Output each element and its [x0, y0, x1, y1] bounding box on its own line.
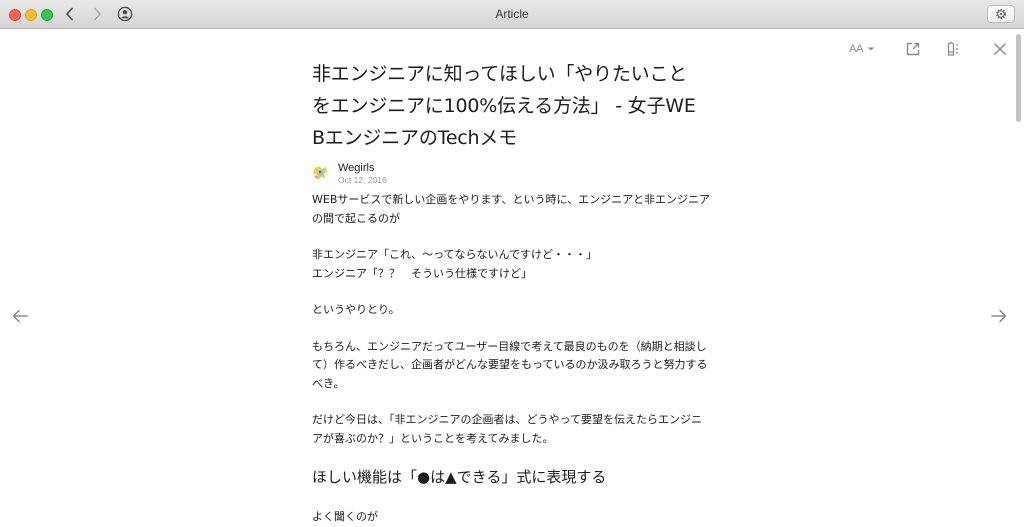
window-title: Article [495, 7, 529, 21]
close-reader-button[interactable] [990, 38, 1010, 60]
text-size-icon: AA [849, 43, 863, 55]
share-button[interactable] [902, 38, 924, 60]
arrow-right-icon [991, 309, 1007, 323]
paragraph: よく聞くのが [312, 510, 378, 523]
author-name: Wegirls [338, 162, 375, 174]
paragraph: 非エンジニア「これ、〜ってならないんですけど・・・」 エンジニア「？？ そういう… [312, 248, 598, 280]
next-article-button[interactable] [989, 306, 1009, 326]
font-size-button[interactable]: AA [845, 38, 879, 60]
paragraph: WEBサービスで新しい企画をやります、という時に、エンジニアと非エンジニア の間… [312, 193, 710, 225]
previous-article-button[interactable] [10, 306, 30, 326]
paragraph: というやりとり。 [312, 303, 400, 316]
paragraph: もちろん、エンジニアだってユーザー目線で考えて最良のものを（納期と相談し て）作… [312, 339, 708, 390]
avatar [312, 164, 330, 182]
font-size-label: AA [849, 43, 863, 55]
article: 非エンジニアに知ってほしい「やりたいこと をエンジニアに100%伝える方法」 -… [312, 58, 712, 527]
markup-button[interactable] [942, 38, 964, 60]
publish-date: Oct 12, 2016 [338, 175, 387, 185]
section-heading: ほしい機能は「●は▲できる」式に表現する [312, 468, 607, 486]
close-icon [994, 43, 1006, 55]
reader-window: Article AA 非エンジニアに知ってほしい「やりたいこと をエンジニアに1… [0, 0, 1024, 527]
byline: Wegirls Oct 12, 2016 [312, 162, 712, 193]
settings-button[interactable] [987, 5, 1015, 23]
chevron-down-icon [867, 47, 874, 51]
vertical-scrollbar[interactable] [1016, 34, 1021, 122]
article-title: 非エンジニアに知ってほしい「やりたいこと をエンジニアに100%伝える方法」 -… [312, 63, 696, 149]
title-bar: Article [0, 0, 1024, 29]
article-body: WEBサービスで新しい企画をやります、という時に、エンジニアと非エンジニア の間… [312, 191, 712, 527]
paragraph: だけど今日は、「非エンジニアの企画者は、どうやって要望を伝えたらエンジニ アが喜… [312, 413, 702, 445]
gear-icon [995, 8, 1007, 20]
share-icon [906, 42, 920, 56]
markup-icon [947, 41, 958, 56]
arrow-left-icon [12, 309, 28, 323]
